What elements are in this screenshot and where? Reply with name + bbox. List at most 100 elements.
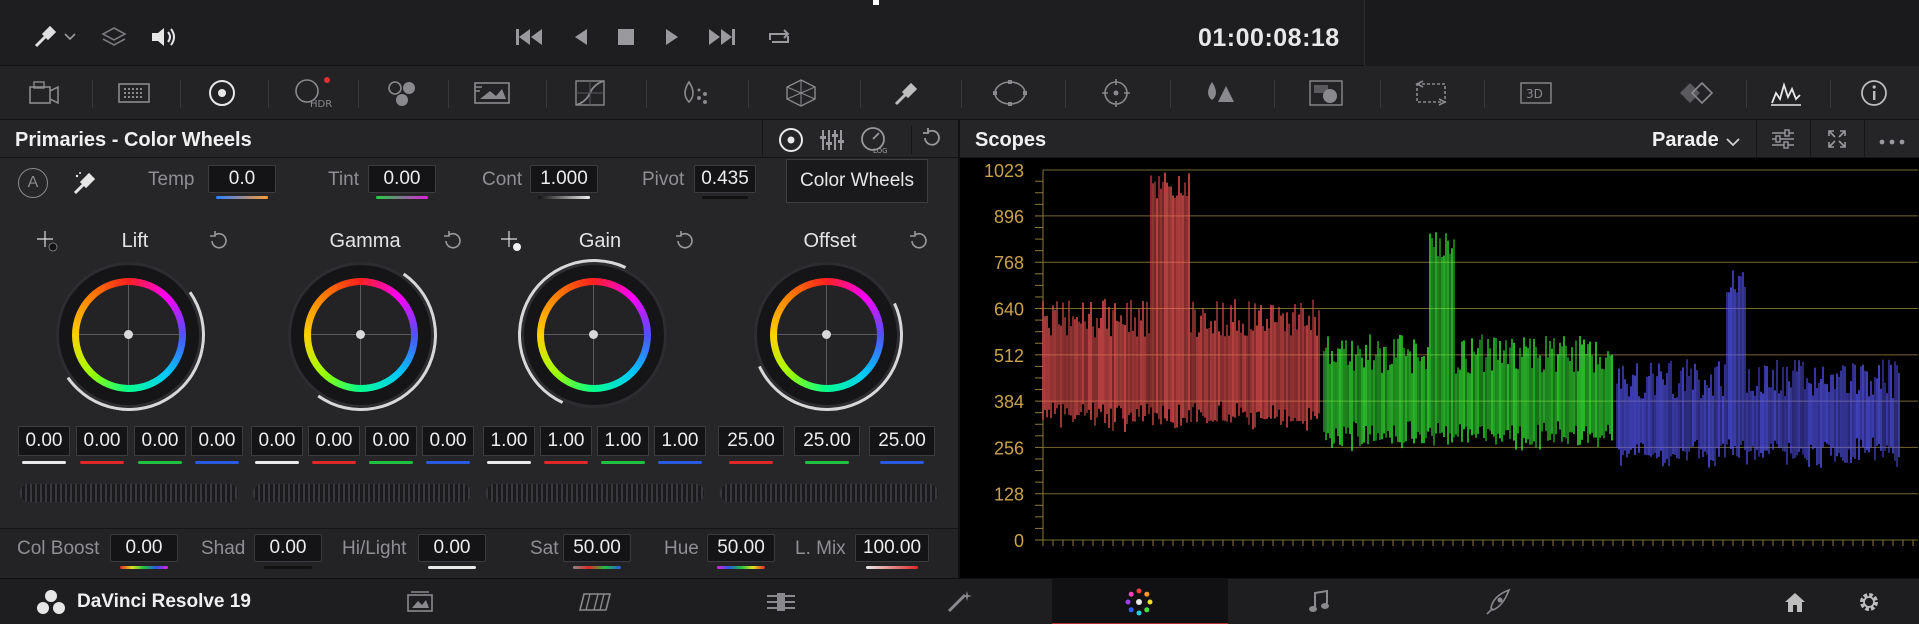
- color-page-tab[interactable]: [1052, 579, 1228, 624]
- fairlight-page-icon[interactable]: [1289, 579, 1349, 624]
- lmix-field[interactable]: 100.00: [855, 534, 929, 562]
- lift-r-field[interactable]: 0.00: [76, 426, 128, 456]
- edit-page-icon[interactable]: [751, 579, 811, 624]
- gamma-g-field[interactable]: 0.00: [365, 426, 417, 456]
- eyedropper-icon[interactable]: [30, 22, 60, 52]
- reset-gamma-icon[interactable]: [442, 230, 464, 252]
- lift-g-field[interactable]: 0.00: [134, 426, 186, 456]
- reset-all-icon[interactable]: [911, 126, 940, 154]
- gamma-r-field[interactable]: 0.00: [308, 426, 360, 456]
- temp-field[interactable]: 0.0: [208, 165, 276, 193]
- speaker-icon[interactable]: [148, 22, 178, 52]
- color-wheels-tooltip: Color Wheels: [786, 159, 928, 203]
- magic-mask-icon[interactable]: [1198, 74, 1242, 112]
- reset-gain-icon[interactable]: [674, 230, 696, 252]
- lift-b-field[interactable]: 0.00: [191, 426, 243, 456]
- gain-r-indicator: [544, 461, 588, 464]
- gain-wheel[interactable]: [496, 237, 692, 433]
- play-icon[interactable]: [657, 22, 687, 52]
- fusion-page-icon[interactable]: [930, 579, 990, 624]
- home-icon[interactable]: [1765, 579, 1825, 624]
- primaries-wheels-icon[interactable]: [200, 74, 244, 112]
- page-navigation-bar: DaVinci Resolve 19: [0, 578, 1919, 624]
- offset-master-jog[interactable]: [719, 483, 939, 503]
- col-boost-field[interactable]: 0.00: [110, 534, 178, 562]
- hue-field[interactable]: 50.00: [707, 534, 775, 562]
- curves-icon[interactable]: [568, 74, 612, 112]
- gain-y-indicator: [487, 461, 531, 464]
- skip-back-icon[interactable]: [514, 22, 544, 52]
- auto-balance-button[interactable]: A: [18, 168, 48, 198]
- temp-gradient: [216, 196, 268, 199]
- cont-field[interactable]: 1.000: [530, 165, 598, 193]
- hilight-field[interactable]: 0.00: [418, 534, 486, 562]
- scope-settings-icon[interactable]: [1770, 128, 1796, 150]
- hilight-label: Hi/Light: [342, 538, 407, 559]
- settings-gear-icon[interactable]: [1839, 579, 1899, 624]
- lift-b-indicator: [195, 461, 239, 464]
- offset-title: Offset: [803, 230, 857, 252]
- play-reverse-icon[interactable]: [566, 22, 596, 52]
- lift-y-field[interactable]: 0.00: [18, 426, 70, 456]
- hdr-icon[interactable]: HDR: [290, 74, 334, 112]
- picker-white-icon[interactable]: [500, 230, 524, 254]
- tracker-icon[interactable]: [1094, 74, 1138, 112]
- key-icon[interactable]: [1409, 74, 1453, 112]
- qualifier-icon[interactable]: [884, 74, 928, 112]
- deliver-page-icon[interactable]: [1468, 579, 1528, 624]
- white-balance-picker-icon[interactable]: [70, 168, 100, 198]
- shad-field[interactable]: 0.00: [254, 534, 322, 562]
- motion-effects-icon[interactable]: [470, 74, 514, 112]
- reset-offset-icon[interactable]: [908, 230, 930, 252]
- color-wheels-mode-icon[interactable]: [777, 126, 805, 154]
- gain-r-field[interactable]: 1.00: [540, 426, 592, 456]
- gamma-wheel[interactable]: [272, 246, 450, 424]
- chevron-down-icon[interactable]: [62, 22, 78, 52]
- chevron-down-icon[interactable]: [1726, 134, 1740, 147]
- stop-icon[interactable]: [611, 22, 641, 52]
- offset-g-field[interactable]: 25.00: [794, 426, 860, 456]
- loop-icon[interactable]: [764, 22, 794, 52]
- gain-master-jog[interactable]: [485, 483, 705, 503]
- more-options-icon[interactable]: [1878, 134, 1906, 145]
- info-icon[interactable]: [1852, 74, 1896, 112]
- scope-mode-select[interactable]: Parade: [1652, 129, 1719, 152]
- scopes-icon[interactable]: [1764, 74, 1808, 112]
- gamma-y-field[interactable]: 0.00: [251, 426, 303, 456]
- warper-icon[interactable]: [779, 74, 823, 112]
- reset-lift-icon[interactable]: [208, 230, 230, 252]
- picker-black-icon[interactable]: [36, 230, 60, 254]
- gamma-master-jog[interactable]: [252, 483, 472, 503]
- pivot-field[interactable]: 0.435: [694, 165, 756, 193]
- sat-field[interactable]: 50.00: [563, 534, 631, 562]
- playhead-marker: [873, 0, 879, 5]
- gain-b-field[interactable]: 1.00: [654, 426, 706, 456]
- tint-field[interactable]: 0.00: [368, 165, 436, 193]
- expand-icon[interactable]: [1826, 128, 1848, 150]
- gain-g-field[interactable]: 1.00: [597, 426, 649, 456]
- gain-y-field[interactable]: 1.00: [483, 426, 535, 456]
- sat-label: Sat: [530, 538, 559, 559]
- camera-raw-icon[interactable]: [22, 74, 66, 112]
- offset-b-field[interactable]: 25.00: [869, 426, 935, 456]
- lmix-label: L. Mix: [795, 538, 846, 559]
- log-wheels-icon[interactable]: LOG: [859, 125, 889, 155]
- layers-icon[interactable]: [99, 22, 129, 52]
- primaries-bars-icon[interactable]: [818, 126, 844, 154]
- lift-r-indicator: [80, 461, 124, 464]
- rgb-mixer-icon[interactable]: [380, 74, 424, 112]
- 3d-icon[interactable]: 3D: [1514, 74, 1558, 112]
- lift-wheel[interactable]: [40, 246, 218, 424]
- blur-icon[interactable]: [1304, 74, 1348, 112]
- skip-forward-icon[interactable]: [707, 22, 737, 52]
- color-warper-icon[interactable]: [673, 74, 717, 112]
- window-icon[interactable]: [988, 74, 1032, 112]
- offset-r-field[interactable]: 25.00: [718, 426, 784, 456]
- cut-page-icon[interactable]: [566, 579, 626, 624]
- gamma-b-field[interactable]: 0.00: [422, 426, 474, 456]
- offset-wheel[interactable]: [729, 237, 925, 433]
- color-match-icon[interactable]: [112, 74, 156, 112]
- media-page-icon[interactable]: [390, 579, 450, 624]
- lift-master-jog[interactable]: [19, 483, 239, 503]
- stereo-icon[interactable]: [1674, 74, 1718, 112]
